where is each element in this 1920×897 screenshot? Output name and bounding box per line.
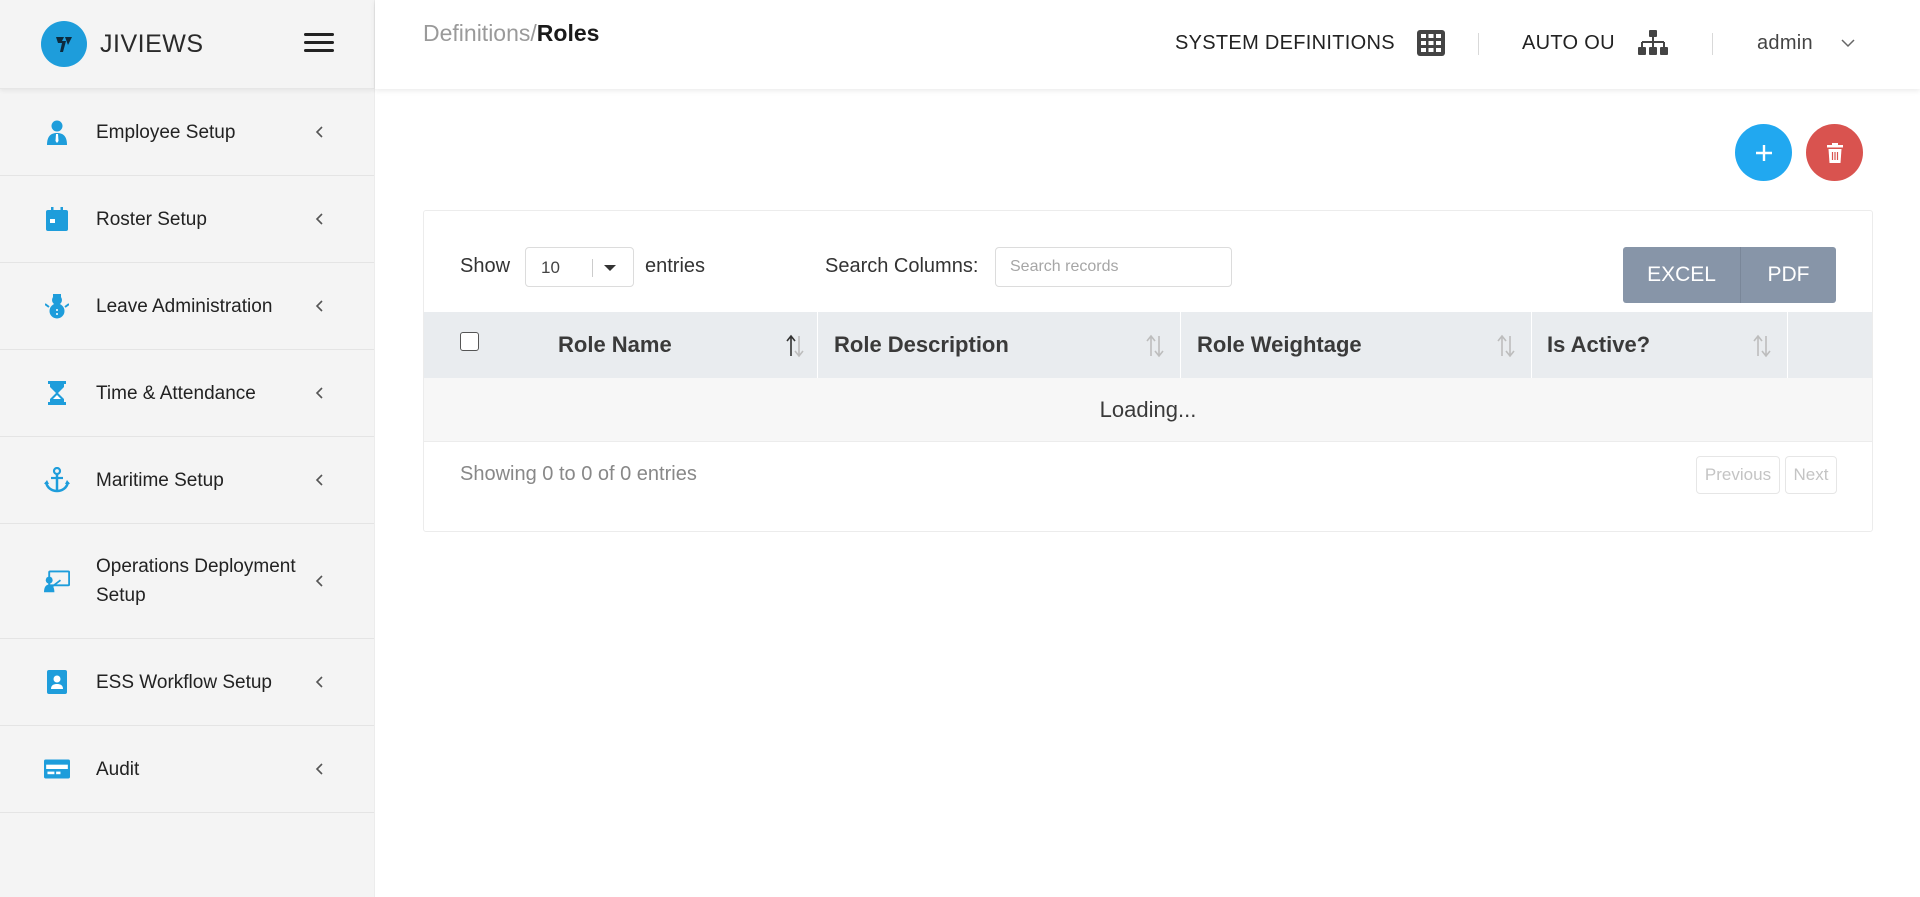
user-name: admin [1757,32,1813,54]
sort-icon [1146,334,1164,358]
column-role-weightage[interactable]: Role Weightage [1197,312,1527,378]
id-badge-icon [44,669,70,695]
auto-ou-link[interactable]: AUTO OU [1522,30,1669,56]
search-columns-label: Search Columns: [825,255,979,277]
select-all-checkbox[interactable] [460,332,479,351]
header-divider [1478,33,1479,55]
system-definitions-label: SYSTEM DEFINITIONS [1175,31,1395,54]
anchor-icon [44,467,70,493]
caret-down-icon [604,265,616,271]
user-menu[interactable]: admin [1757,32,1855,55]
roles-table-card: Show 10 entries Search Columns: EXCEL PD… [423,210,1873,532]
chevron-left-icon [315,126,323,138]
column-header-label: Role Description [834,332,1009,357]
column-header-label: Role Weightage [1197,332,1362,357]
add-role-button[interactable] [1735,124,1792,181]
column-separator [1531,312,1532,378]
plus-icon [1755,144,1772,161]
brand-header: JIVIEWS [0,0,374,89]
chevron-left-icon [315,387,323,399]
column-separator [817,312,818,378]
sort-icon [1753,334,1771,358]
delete-role-button[interactable] [1806,124,1863,181]
chevron-left-icon [315,676,323,688]
column-role-description[interactable]: Role Description [834,312,1174,378]
org-chart-icon [1637,30,1668,55]
sidebar: JIVIEWS Employee Setup Roster Setup Leav… [0,0,375,897]
chevron-left-icon [315,575,323,587]
column-header-label: Role Name [558,332,672,357]
top-bar: Definitions/Roles SYSTEM DEFINITIONS AUT… [375,0,1920,89]
sidebar-item-label: Operations Deployment Setup [96,556,296,606]
sidebar-item-roster-setup[interactable]: Roster Setup [0,176,374,263]
column-separator [1180,312,1181,378]
sidebar-item-label: ESS Workflow Setup [96,671,273,693]
column-header-label: Is Active? [1547,332,1651,357]
export-buttons: EXCEL PDF [1623,247,1836,303]
previous-page-button[interactable]: Previous [1696,456,1780,494]
sidebar-item-audit[interactable]: Audit [0,726,374,813]
loading-row: Loading... [424,378,1872,442]
sidebar-item-label: Audit [96,758,140,780]
page-length-select[interactable]: 10 [525,247,634,287]
loading-text: Loading... [1099,396,1197,422]
auto-ou-label: AUTO OU [1522,31,1615,54]
snowman-icon [44,293,70,319]
sidebar-nav: Employee Setup Roster Setup Leave Admini… [0,89,374,813]
sidebar-item-operations-deployment-setup[interactable]: Operations Deployment Setup [0,524,374,639]
chevron-left-icon [315,763,323,775]
chevron-down-icon [1841,39,1855,48]
entries-label: entries [645,255,706,277]
select-divider [592,259,593,277]
page-title: Roles [536,20,600,46]
calendar-icon [44,206,70,232]
sidebar-item-label: Maritime Setup [96,469,224,491]
sidebar-item-employee-setup[interactable]: Employee Setup [0,89,374,176]
show-label: Show [460,255,511,277]
employee-icon [44,119,70,145]
trash-icon [1826,142,1843,163]
sidebar-item-label: Leave Administration [96,295,273,317]
sidebar-item-label: Time & Attendance [96,382,256,404]
sort-icon [1497,334,1515,358]
column-separator [1787,312,1788,378]
card-icon [44,756,70,782]
sidebar-item-maritime-setup[interactable]: Maritime Setup [0,437,374,524]
sort-ascending-icon [786,334,804,358]
brand-logo-icon[interactable] [41,21,87,67]
breadcrumb: Definitions/Roles [423,20,599,47]
page-length-value: 10 [541,258,560,277]
hourglass-icon [44,380,70,406]
sidebar-item-time-attendance[interactable]: Time & Attendance [0,350,374,437]
pdf-export-button[interactable]: PDF [1741,247,1836,303]
excel-export-button[interactable]: EXCEL [1623,247,1741,303]
menu-toggle-icon[interactable] [304,33,334,55]
sidebar-item-label: Employee Setup [96,121,236,143]
system-definitions-link[interactable]: SYSTEM DEFINITIONS [1175,30,1445,56]
chevron-left-icon [315,213,323,225]
sidebar-item-leave-administration[interactable]: Leave Administration [0,263,374,350]
presentation-icon [44,568,70,594]
brand-name: JIVIEWS [100,29,204,58]
grid-icon [1416,30,1445,56]
table-header: Role Name Role Description Role Weightag… [424,312,1872,378]
search-input[interactable] [995,247,1232,287]
sidebar-item-ess-workflow-setup[interactable]: ESS Workflow Setup [0,639,374,726]
breadcrumb-parent[interactable]: Definitions [423,20,530,46]
chevron-left-icon [315,474,323,486]
header-divider [1712,33,1713,55]
table-info: Showing 0 to 0 of 0 entries [460,463,697,485]
next-page-button[interactable]: Next [1785,456,1837,494]
sidebar-item-label: Roster Setup [96,208,207,230]
chevron-left-icon [315,300,323,312]
